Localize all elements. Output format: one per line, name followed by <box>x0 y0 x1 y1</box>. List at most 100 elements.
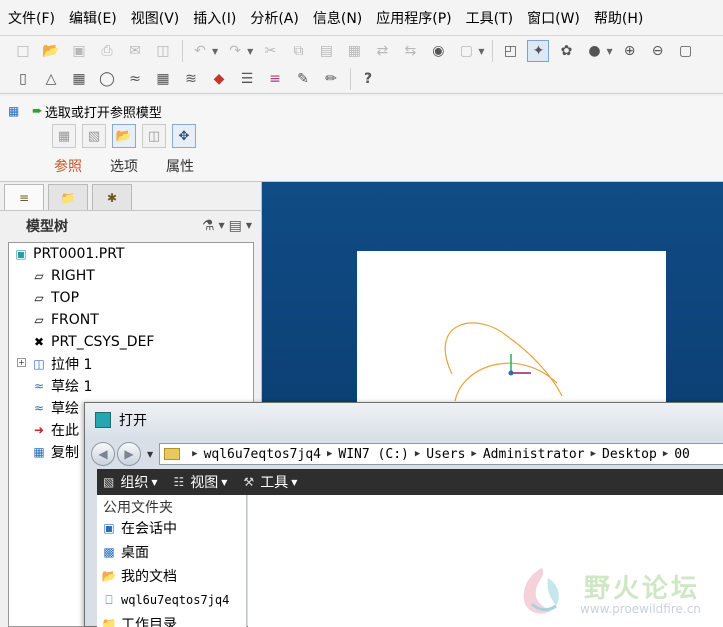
favorites-tab-icon[interactable]: ✱ <box>92 184 132 210</box>
print-icon[interactable]: ⎙ <box>96 40 118 62</box>
paste-special-icon[interactable]: ▦ <box>343 40 365 62</box>
model-viewport[interactable] <box>357 251 666 411</box>
repaint-icon[interactable]: ◰ <box>499 40 521 62</box>
datum-plane-icon[interactable]: ▯ <box>12 68 34 90</box>
datum-axis-icon[interactable]: △ <box>40 68 62 90</box>
view-manager-icon[interactable]: ≡ <box>264 68 286 90</box>
menu-file[interactable]: 文件(F) <box>0 0 62 36</box>
mirror-icon[interactable]: ⇄ <box>371 40 393 62</box>
refit-icon[interactable]: ▢ <box>675 40 697 62</box>
redo-dropdown-icon[interactable]: ▼ <box>247 47 253 56</box>
menu-help[interactable]: 帮助(H) <box>587 0 650 36</box>
tree-item-insert-here[interactable]: ➜ 在此 <box>31 419 79 441</box>
mirror-icon[interactable]: ⇆ <box>399 40 421 62</box>
orient-icon[interactable]: ✿ <box>555 40 577 62</box>
tree-item-csys[interactable]: ✖ PRT_CSYS_DEF <box>31 331 155 353</box>
send-icon[interactable]: ✉ <box>124 40 146 62</box>
datum-point-icon[interactable]: ◯ <box>96 68 118 90</box>
model-tree-tab-icon[interactable]: ≡ <box>4 184 44 210</box>
zoom-in-icon[interactable]: ⊕ <box>619 40 641 62</box>
layer-icon[interactable]: ☰ <box>236 68 258 90</box>
zoom-out-icon[interactable]: ⊖ <box>647 40 669 62</box>
datum-curve-icon[interactable]: ▦ <box>68 68 90 90</box>
undo-icon[interactable]: ↶ <box>189 40 211 62</box>
paste-icon[interactable]: ▤ <box>315 40 337 62</box>
path-segment[interactable]: 00 <box>674 447 690 462</box>
tools-button[interactable]: ⚒ 工具 ▼ <box>243 472 297 492</box>
path-segment[interactable]: WIN7 (C:) <box>338 447 408 462</box>
chevron-right-icon[interactable]: ▶ <box>471 449 476 459</box>
tab-references[interactable]: 参照 <box>54 156 82 176</box>
show-dropdown-icon[interactable]: ▼ <box>246 221 252 230</box>
path-segment[interactable]: wql6u7eqtos7jq4 <box>204 447 321 462</box>
dialog-titlebar[interactable]: 打开 <box>85 403 723 437</box>
select-dropdown-icon[interactable]: ▼ <box>478 47 484 56</box>
undo-dropdown-icon[interactable]: ▼ <box>212 47 218 56</box>
menu-info[interactable]: 信息(N) <box>306 0 369 36</box>
menu-analysis[interactable]: 分析(A) <box>243 0 306 36</box>
tree-item-top[interactable]: ▱ TOP <box>31 287 79 309</box>
tab-options[interactable]: 选项 <box>110 156 138 176</box>
tree-item-part[interactable]: ▣ PRT0001.PRT <box>13 243 124 265</box>
redo-icon[interactable]: ↷ <box>224 40 246 62</box>
forward-icon[interactable]: ▶ <box>117 442 141 466</box>
views-button[interactable]: ☷ 视图 ▼ <box>174 472 228 492</box>
csys-icon[interactable]: ≈ <box>124 68 146 90</box>
chevron-right-icon[interactable]: ▶ <box>663 449 668 459</box>
menu-window[interactable]: 窗口(W) <box>520 0 587 36</box>
settings-dropdown-icon[interactable]: ▼ <box>218 221 224 230</box>
organize-button[interactable]: ▧ 组织 ▼ <box>103 472 158 492</box>
move-icon[interactable]: ✥ <box>172 124 196 148</box>
expand-icon[interactable]: + <box>17 358 26 367</box>
folder-computer[interactable]: ⎕ wql6u7eqtos7jq4 <box>101 589 229 611</box>
path-segment[interactable]: Users <box>426 447 465 462</box>
sketch-icon[interactable]: ✎ <box>292 68 314 90</box>
menu-edit[interactable]: 编辑(E) <box>62 0 124 36</box>
menu-tools[interactable]: 工具(T) <box>459 0 520 36</box>
chevron-right-icon[interactable]: ▶ <box>192 449 197 459</box>
path-segment[interactable]: Administrator <box>483 447 585 462</box>
analysis-icon[interactable]: ▦ <box>152 68 174 90</box>
menu-insert[interactable]: 插入(I) <box>186 0 243 36</box>
copy-icon[interactable]: ⧉ <box>287 40 309 62</box>
copy-reference-icon[interactable]: ◫ <box>142 124 166 148</box>
tree-item-copy[interactable]: ▦ 复制 <box>31 441 79 463</box>
tree-item-front[interactable]: ▱ FRONT <box>31 309 98 331</box>
folder-in-session[interactable]: ▣ 在会话中 <box>101 517 177 539</box>
folder-my-documents[interactable]: 📂 我的文档 <box>101 565 177 587</box>
back-icon[interactable]: ◀ <box>91 442 115 466</box>
independent-icon[interactable]: ▧ <box>82 124 106 148</box>
tree-item-right[interactable]: ▱ RIGHT <box>31 265 94 287</box>
history-dropdown-icon[interactable]: ▼ <box>147 450 153 459</box>
color-icon[interactable]: ◆ <box>208 68 230 90</box>
spin-center-icon[interactable]: ✦ <box>527 40 550 62</box>
folder-browser-tab-icon[interactable]: 📁 <box>48 184 88 210</box>
whats-this-icon[interactable]: ? <box>357 68 379 90</box>
menu-view[interactable]: 视图(V) <box>124 0 187 36</box>
tab-properties[interactable]: 属性 <box>166 156 194 176</box>
folder-working-directory[interactable]: 📁 工作目录 <box>101 613 177 627</box>
shade-dropdown-icon[interactable]: ▼ <box>606 47 612 56</box>
open-reference-icon[interactable]: 📂 <box>112 124 136 148</box>
cut-icon[interactable]: ✂ <box>259 40 281 62</box>
find-icon[interactable]: ◉ <box>427 40 449 62</box>
copy-icon[interactable]: ◫ <box>152 40 174 62</box>
show-icon[interactable]: ▤ <box>229 218 242 234</box>
annotation-icon[interactable]: ≋ <box>180 68 202 90</box>
chevron-right-icon[interactable]: ▶ <box>591 449 596 459</box>
settings-icon[interactable]: ⚗ <box>202 218 215 234</box>
dependent-icon[interactable]: ▦ <box>52 124 76 148</box>
tree-item-extrude[interactable]: ◫ 拉伸 1 <box>31 353 92 375</box>
folder-desktop[interactable]: ▩ 桌面 <box>101 541 149 563</box>
menu-applications[interactable]: 应用程序(P) <box>369 0 458 36</box>
shade-icon[interactable]: ● <box>583 40 605 62</box>
new-icon[interactable]: □ <box>12 40 34 62</box>
tree-item-sketch-1[interactable]: ≈ 草绘 1 <box>31 375 92 397</box>
path-segment[interactable]: Desktop <box>602 447 657 462</box>
open-icon[interactable]: 📂 <box>40 40 62 62</box>
chevron-right-icon[interactable]: ▶ <box>327 449 332 459</box>
tree-item-sketch-2[interactable]: ≈ 草绘 <box>31 397 79 419</box>
address-bar[interactable]: ▶ wql6u7eqtos7jq4 ▶ WIN7 (C:) ▶ Users ▶ … <box>159 443 723 465</box>
select-box-icon[interactable]: ▢ <box>455 40 477 62</box>
chevron-right-icon[interactable]: ▶ <box>415 449 420 459</box>
